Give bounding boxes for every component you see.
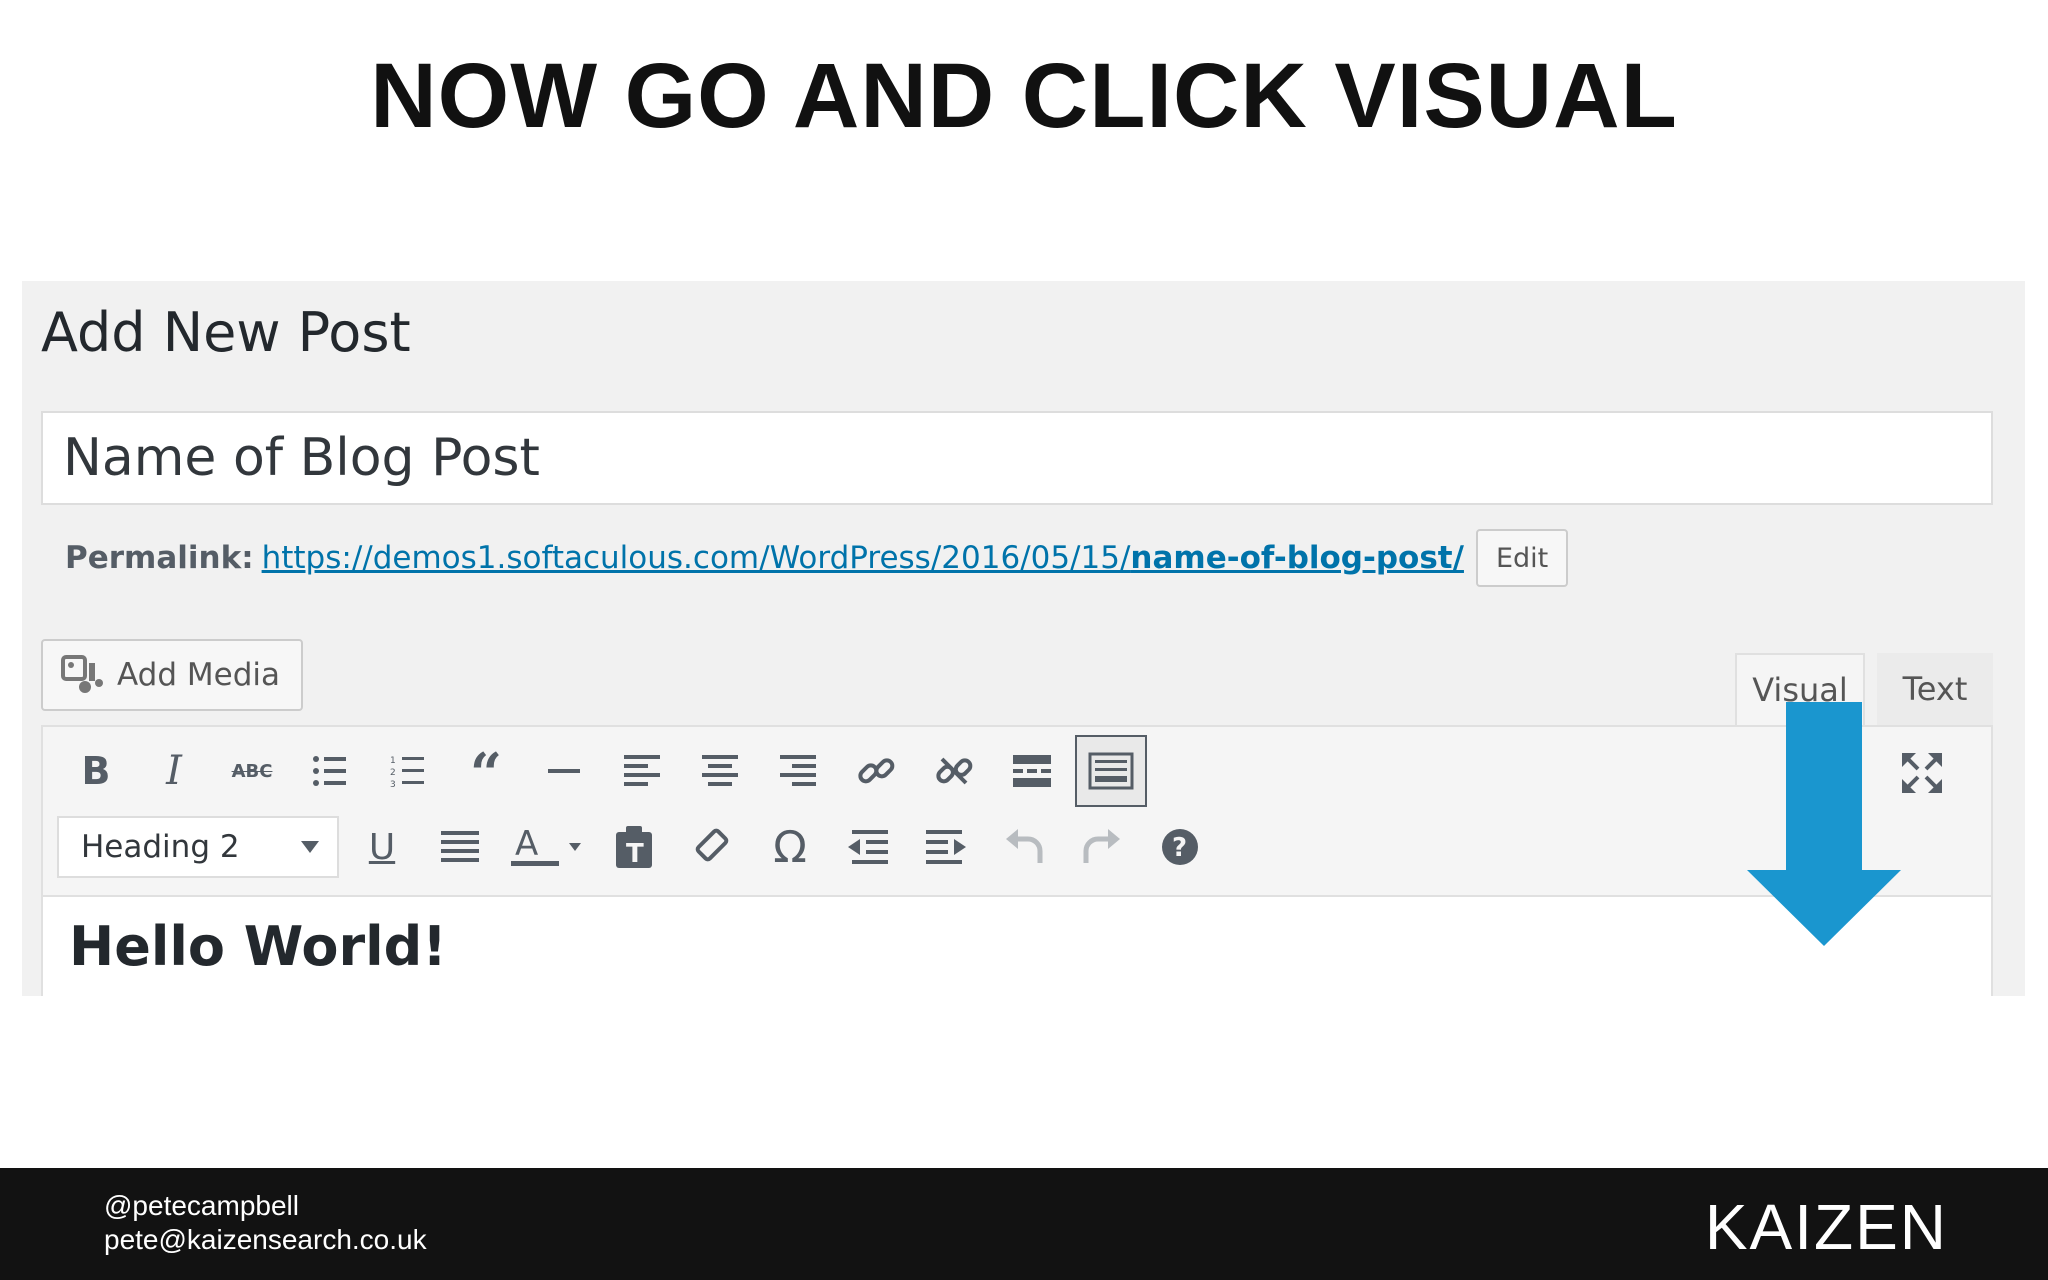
underline-icon[interactable]: U	[343, 811, 421, 883]
svg-text:1: 1	[390, 756, 396, 766]
italic-icon[interactable]: I	[135, 735, 213, 807]
svg-text:T: T	[626, 839, 644, 868]
svg-text:?: ?	[1172, 833, 1187, 863]
horizontal-line-icon[interactable]	[525, 735, 603, 807]
footer-email: pete@kaizensearch.co.uk	[104, 1224, 427, 1255]
toolbar-row-2: Heading 2 U A T Ω ?	[57, 809, 1219, 885]
blockquote-icon[interactable]: “	[447, 735, 525, 807]
toolbar-row-1: B I ABC 1 2 3 “	[57, 733, 1147, 809]
permalink-base: https://demos1.softaculous.com/WordPress…	[261, 540, 1131, 576]
paste-as-text-icon[interactable]: T	[595, 811, 673, 883]
editor-toolbar: B I ABC 1 2 3 “ Heading 2 U A T Ω ?	[41, 725, 1993, 895]
align-left-icon[interactable]	[603, 735, 681, 807]
remove-link-icon[interactable]	[915, 735, 993, 807]
numbered-list-icon[interactable]: 1 2 3	[369, 735, 447, 807]
align-center-icon[interactable]	[681, 735, 759, 807]
increase-indent-icon[interactable]	[907, 811, 985, 883]
format-select[interactable]: Heading 2	[57, 816, 339, 878]
redo-icon[interactable]	[1063, 811, 1141, 883]
footer: @petecampbell pete@kaizensearch.co.uk KA…	[0, 1168, 2048, 1280]
strikethrough-icon[interactable]: ABC	[213, 735, 291, 807]
media-icon	[61, 655, 103, 693]
permalink-link[interactable]: https://demos1.softaculous.com/WordPress…	[262, 540, 1464, 576]
decrease-indent-icon[interactable]	[829, 811, 907, 883]
editor-screenshot: Add New Post Name of Blog Post Permalink…	[22, 281, 2025, 996]
bulleted-list-icon[interactable]	[291, 735, 369, 807]
special-character-icon[interactable]: Ω	[751, 811, 829, 883]
footer-handle: @petecampbell	[104, 1190, 299, 1221]
add-media-button[interactable]: Add Media	[41, 639, 303, 711]
pointer-arrow-icon	[1747, 702, 1901, 946]
help-icon[interactable]: ?	[1141, 811, 1219, 883]
chevron-down-icon	[301, 841, 319, 853]
text-color-icon[interactable]: A	[499, 811, 595, 883]
add-media-label: Add Media	[117, 657, 280, 693]
post-title-input[interactable]: Name of Blog Post	[41, 411, 1993, 505]
undo-icon[interactable]	[985, 811, 1063, 883]
bold-icon[interactable]: B	[57, 735, 135, 807]
clear-formatting-icon[interactable]	[673, 811, 751, 883]
justify-icon[interactable]	[421, 811, 499, 883]
format-select-value: Heading 2	[81, 829, 240, 865]
permalink-row: Permalink: https://demos1.softaculous.co…	[65, 525, 1569, 591]
slide-title: NOW GO AND CLICK VISUAL	[370, 45, 1678, 147]
permalink-slug: name-of-blog-post/	[1130, 540, 1464, 576]
content-heading: Hello World!	[69, 915, 447, 978]
permalink-label: Permalink:	[65, 540, 254, 576]
align-right-icon[interactable]	[759, 735, 837, 807]
read-more-icon[interactable]	[993, 735, 1071, 807]
svg-text:3: 3	[390, 780, 396, 788]
page-title: Add New Post	[41, 301, 411, 364]
insert-link-icon[interactable]	[837, 735, 915, 807]
edit-permalink-button[interactable]: Edit	[1475, 529, 1569, 587]
kaizen-logo: KAIZEN	[1704, 1191, 1948, 1263]
toolbar-toggle-icon[interactable]	[1075, 735, 1147, 807]
svg-text:2: 2	[390, 768, 396, 778]
svg-text:A: A	[515, 825, 538, 864]
editor-content-area[interactable]: Hello World!	[41, 895, 1993, 996]
